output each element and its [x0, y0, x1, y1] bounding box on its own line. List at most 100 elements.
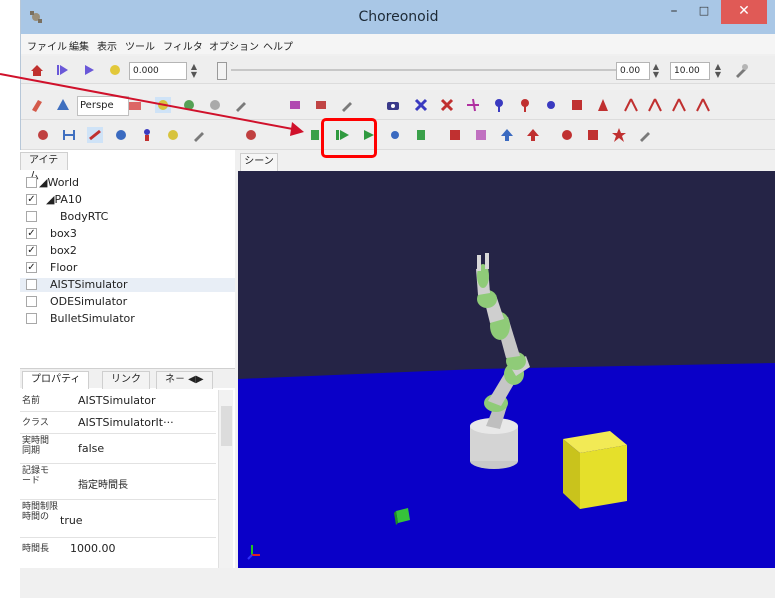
edit-mode-icon[interactable] [29, 97, 45, 113]
zmp-icon[interactable] [569, 97, 585, 113]
refresh-time-icon[interactable] [107, 62, 123, 78]
tree-item-pa10[interactable]: ✓ ◢PA10 [20, 193, 235, 207]
camera-mode-select[interactable]: Perspe [77, 96, 129, 116]
camera-select-icon[interactable] [127, 97, 143, 113]
tree-item-aistsimulator[interactable]: AISTSimulator [20, 278, 235, 292]
time-slider[interactable] [231, 69, 636, 71]
pencil-tool-icon[interactable] [637, 127, 653, 143]
property-row-time-limit[interactable]: 時間制限時間の true [20, 500, 216, 538]
close-button[interactable]: ✕ [721, 0, 767, 24]
walk-icon-1[interactable] [623, 97, 639, 113]
tab-items[interactable]: アイテム [20, 152, 68, 182]
property-value[interactable]: AISTSimulator [78, 394, 156, 407]
balance-icon[interactable] [165, 127, 181, 143]
property-value[interactable]: 1000.00 [70, 542, 116, 555]
home-icon[interactable] [29, 62, 45, 78]
minimize-button[interactable]: – [661, 0, 687, 24]
tree-item-floor[interactable]: ✓ Floor [20, 261, 235, 275]
property-scrollbar-thumb[interactable] [221, 406, 232, 446]
tree-item-bodyrtc[interactable]: BodyRTC [20, 210, 235, 224]
figure-icon[interactable] [139, 127, 155, 143]
tree-item-checkbox[interactable] [26, 279, 37, 290]
pin-icon[interactable] [491, 97, 507, 113]
range-end-stepper[interactable]: ▲ ▼ [713, 63, 723, 79]
joint-icon[interactable] [559, 127, 575, 143]
light-icon[interactable] [313, 97, 329, 113]
tree-item-odesimulator[interactable]: ODESimulator [20, 295, 235, 309]
fit-icon[interactable] [155, 97, 171, 113]
property-value[interactable]: true [60, 514, 83, 527]
shadow-icon[interactable] [287, 97, 303, 113]
capture-icon[interactable] [385, 97, 401, 113]
up-arrow-blue-icon[interactable] [499, 127, 515, 143]
ik-icon[interactable] [465, 97, 481, 113]
pin-edit-icon[interactable] [517, 97, 533, 113]
walk-icon-3[interactable] [671, 97, 687, 113]
cog-pin-icon[interactable] [543, 97, 559, 113]
property-scrollbar[interactable] [218, 390, 233, 580]
globe-icon[interactable] [113, 127, 129, 143]
arrow-pose-icon[interactable] [595, 97, 611, 113]
tool-icon[interactable] [233, 97, 249, 113]
tree-item-bulletsimulator[interactable]: BulletSimulator [20, 312, 235, 326]
wireframe-icon[interactable] [207, 97, 223, 113]
menu-options[interactable]: オプション [209, 38, 259, 53]
sim-resume-icon[interactable] [387, 127, 403, 143]
tab-links[interactable]: リンク [102, 371, 150, 389]
tree-item-world[interactable]: ◢World [20, 176, 235, 190]
bar-icon[interactable] [61, 127, 77, 143]
time-slider-handle[interactable] [217, 62, 227, 80]
time-config-icon[interactable] [733, 63, 749, 79]
tree-item-checkbox[interactable]: ✓ [26, 262, 37, 273]
property-row-time-length[interactable]: 時間長 1000.00 [20, 538, 216, 558]
body-bar-icon[interactable] [35, 127, 51, 143]
range-end-field[interactable]: 10.00 [670, 62, 710, 80]
property-value[interactable]: false [78, 442, 104, 455]
play-back-icon[interactable] [55, 62, 71, 78]
menu-filter[interactable]: フィルタ [163, 38, 203, 53]
menu-tools[interactable]: ツール [125, 38, 155, 53]
menu-view[interactable]: 表示 [97, 38, 117, 53]
tree-item-box2[interactable]: ✓ box2 [20, 244, 235, 258]
star-icon[interactable] [611, 127, 627, 143]
property-row-name[interactable]: 名前 AISTSimulator [20, 390, 216, 412]
property-row-class[interactable]: クラス AISTSimulatorIt··· [20, 412, 216, 434]
tab-scroll-icon[interactable]: ◀▶ [185, 374, 203, 385]
menu-edit[interactable]: 編集 [69, 38, 89, 53]
viewpoint-icon[interactable] [55, 97, 71, 113]
tab-properties[interactable]: プロパティ [22, 371, 90, 389]
sim-playback-icon[interactable] [473, 127, 489, 143]
sim-record-icon[interactable] [447, 127, 463, 143]
range-start-field[interactable]: 0.00 [616, 62, 650, 80]
property-value[interactable]: 指定時間長 [78, 476, 128, 491]
scene-view[interactable] [238, 171, 775, 568]
tree-item-checkbox[interactable] [26, 177, 37, 188]
play-icon[interactable] [81, 62, 97, 78]
up-arrow-red-icon[interactable] [525, 127, 541, 143]
collision-icon[interactable] [181, 97, 197, 113]
wrench-icon[interactable] [191, 127, 207, 143]
tab-more[interactable]: ネ－ ◀▶ [156, 371, 213, 389]
link-edit-icon[interactable] [439, 97, 455, 113]
tree-item-checkbox[interactable]: ✓ [26, 245, 37, 256]
property-row-recording-mode[interactable]: 記録モード 指定時間長 [20, 464, 216, 500]
range-start-stepper[interactable]: ▲ ▼ [651, 63, 661, 79]
tab-scene[interactable]: シーン [240, 153, 278, 171]
scene-canvas[interactable] [238, 171, 775, 568]
maximize-button[interactable]: □ [691, 0, 717, 24]
walk-mode-icon[interactable] [87, 127, 103, 143]
yellow-box[interactable] [563, 431, 627, 509]
tree-item-checkbox[interactable] [26, 296, 37, 307]
walk-icon-2[interactable] [647, 97, 663, 113]
sim-reset-icon[interactable] [243, 127, 259, 143]
tree-item-checkbox[interactable]: ✓ [26, 194, 37, 205]
joint-edit-icon[interactable] [585, 127, 601, 143]
menu-help[interactable]: ヘルプ [263, 38, 293, 53]
property-row-realtime-sync[interactable]: 実時間同期 false [20, 434, 216, 464]
pose-icon[interactable] [339, 97, 355, 113]
tree-item-checkbox[interactable]: ✓ [26, 228, 37, 239]
link-select-icon[interactable] [413, 97, 429, 113]
walk-icon-4[interactable] [695, 97, 711, 113]
current-time-stepper[interactable]: ▲ ▼ [189, 63, 199, 79]
tree-item-checkbox[interactable] [26, 211, 37, 222]
